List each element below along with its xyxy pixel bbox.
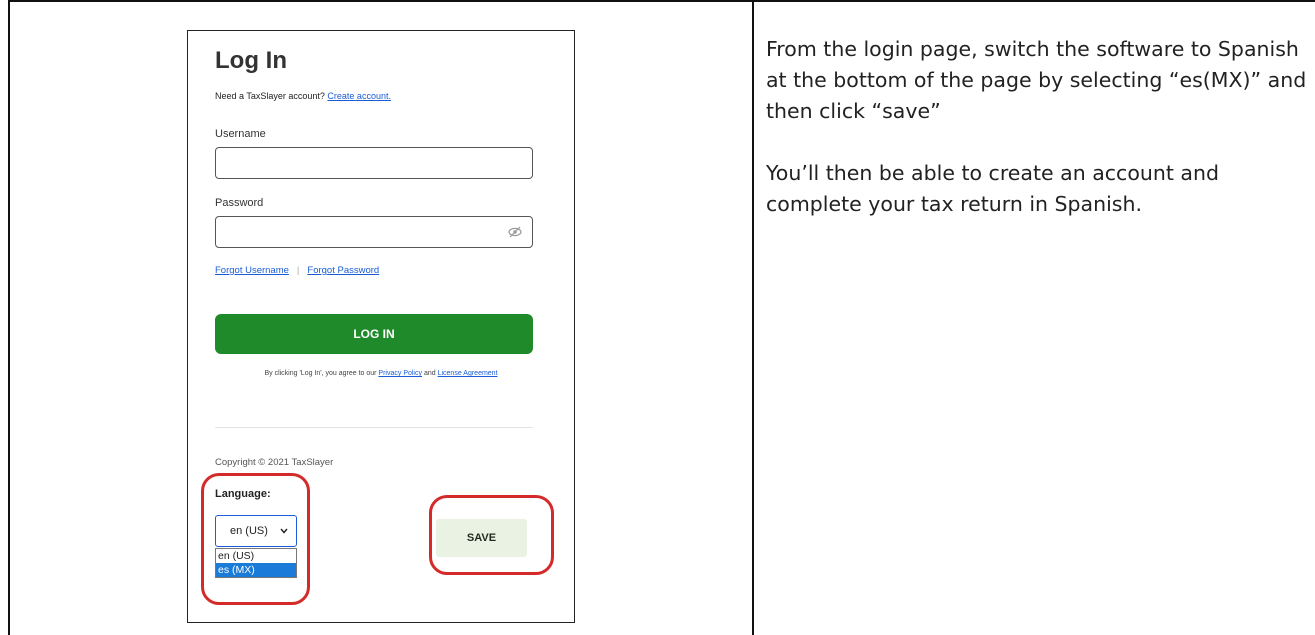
instructions-panel: From the login page, switch the software… — [766, 34, 1311, 251]
login-button[interactable]: LOG IN — [215, 314, 533, 354]
license-agreement-link[interactable]: License Agreement — [438, 370, 498, 377]
language-highlight-ring — [201, 473, 310, 605]
footer-divider — [215, 427, 533, 428]
agreement-prefix: By clicking 'Log In', you agree to our — [264, 370, 377, 377]
column-divider — [752, 0, 754, 635]
username-input[interactable] — [215, 147, 533, 179]
need-account-label: Need a TaxSlayer account? — [215, 91, 325, 101]
password-input[interactable] — [215, 216, 533, 248]
save-highlight-ring — [429, 495, 554, 575]
forgot-username-link[interactable]: Forgot Username — [215, 265, 289, 276]
need-account-text: Need a TaxSlayer account? Create account… — [215, 91, 391, 101]
forgot-password-link[interactable]: Forgot Password — [307, 265, 379, 276]
privacy-policy-link[interactable]: Privacy Policy — [378, 370, 422, 377]
login-card: Log In Need a TaxSlayer account? Create … — [187, 30, 575, 623]
page-title: Log In — [215, 47, 287, 74]
password-label: Password — [215, 197, 264, 209]
forgot-links: Forgot Username | Forgot Password — [215, 265, 379, 276]
link-separator: | — [296, 265, 300, 276]
create-account-link[interactable]: Create account. — [327, 91, 391, 101]
instruction-paragraph-1: From the login page, switch the software… — [766, 37, 1307, 123]
eye-slash-icon[interactable] — [508, 226, 522, 238]
agreement-text: By clicking 'Log In', you agree to our P… — [188, 370, 574, 377]
copyright-text: Copyright © 2021 TaxSlayer — [215, 457, 334, 468]
instruction-paragraph-2: You’ll then be able to create an account… — [766, 161, 1219, 216]
agreement-and: and — [423, 370, 436, 377]
username-label: Username — [215, 128, 266, 140]
